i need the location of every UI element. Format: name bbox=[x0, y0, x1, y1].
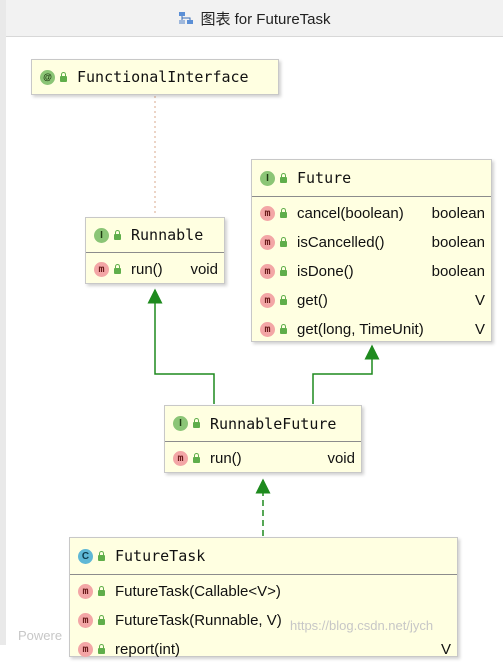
public-visibility-icon bbox=[97, 550, 106, 561]
member-list: m run() void bbox=[165, 442, 361, 475]
member-name: isCancelled() bbox=[297, 234, 385, 251]
diagram-icon bbox=[179, 12, 194, 24]
member-type: V bbox=[474, 292, 485, 309]
class-icon: C bbox=[78, 548, 93, 564]
method-icon: m bbox=[260, 264, 275, 279]
public-visibility-icon bbox=[192, 418, 201, 428]
method-icon: m bbox=[94, 262, 109, 277]
public-visibility-icon bbox=[279, 266, 288, 276]
member-type: void bbox=[327, 450, 355, 467]
node-header: I Runnable bbox=[86, 218, 224, 253]
member-type: V bbox=[440, 641, 451, 658]
interface-icon: I bbox=[173, 416, 188, 431]
public-visibility-icon bbox=[59, 71, 68, 82]
member-row[interactable]: m run() void bbox=[165, 444, 361, 473]
member-name: report(int) bbox=[115, 641, 181, 658]
member-list: m run() void bbox=[86, 253, 224, 286]
member-name: isDone() bbox=[297, 263, 354, 280]
method-icon: m bbox=[78, 584, 93, 599]
member-name: get() bbox=[297, 292, 328, 309]
public-visibility-icon bbox=[279, 324, 288, 334]
member-row[interactable]: m FutureTask(Callable<V>) bbox=[70, 577, 457, 606]
public-visibility-icon bbox=[97, 586, 106, 596]
window-title-bar: 图表 for FutureTask bbox=[6, 0, 503, 37]
public-visibility-icon bbox=[97, 615, 106, 625]
node-header: I Future bbox=[252, 160, 491, 197]
node-header: @ FunctionalInterface bbox=[32, 60, 278, 94]
public-visibility-icon bbox=[113, 264, 122, 274]
member-type: boolean bbox=[431, 205, 485, 222]
public-visibility-icon bbox=[192, 453, 201, 463]
public-visibility-icon bbox=[279, 208, 288, 218]
node-title: Future bbox=[297, 169, 352, 187]
public-visibility-icon bbox=[279, 172, 288, 183]
method-icon: m bbox=[260, 206, 275, 221]
member-name: FutureTask(Callable<V>) bbox=[115, 583, 281, 600]
node-runnable[interactable]: I Runnable m run() void bbox=[85, 217, 225, 284]
node-title: FutureTask bbox=[115, 547, 206, 565]
member-list: m cancel(boolean) boolean m isCancelled(… bbox=[252, 197, 491, 346]
member-name: run() bbox=[210, 450, 242, 467]
member-name: get(long, TimeUnit) bbox=[297, 321, 424, 338]
member-row[interactable]: m report(int) V bbox=[70, 635, 457, 664]
member-row[interactable]: m get() V bbox=[252, 286, 491, 315]
node-future[interactable]: I Future m cancel(boolean) boolean m isC… bbox=[251, 159, 492, 342]
member-row[interactable]: m run() void bbox=[86, 255, 224, 284]
annotation-icon: @ bbox=[40, 69, 55, 85]
member-type: boolean bbox=[431, 263, 485, 280]
member-type: V bbox=[474, 321, 485, 338]
node-header: C FutureTask bbox=[70, 538, 457, 575]
window-title: 图表 for FutureTask bbox=[200, 10, 331, 28]
member-row[interactable]: m isDone() boolean bbox=[252, 257, 491, 286]
method-icon: m bbox=[173, 451, 188, 466]
node-title: RunnableFuture bbox=[210, 414, 337, 433]
watermark-right: https://blog.csdn.net/jych bbox=[290, 618, 434, 633]
member-row[interactable]: m cancel(boolean) boolean bbox=[252, 199, 491, 228]
node-future-task[interactable]: C FutureTask m FutureTask(Callable<V>) m… bbox=[69, 537, 458, 658]
node-functional-interface[interactable]: @ FunctionalInterface bbox=[31, 59, 279, 95]
node-title: FunctionalInterface bbox=[77, 68, 249, 86]
node-runnable-future[interactable]: I RunnableFuture m run() void bbox=[164, 405, 362, 473]
member-name: run() bbox=[131, 261, 163, 278]
public-visibility-icon bbox=[279, 237, 288, 247]
method-icon: m bbox=[78, 613, 93, 628]
member-type: boolean bbox=[431, 234, 485, 251]
method-icon: m bbox=[260, 293, 275, 308]
interface-icon: I bbox=[94, 227, 109, 243]
node-header: I RunnableFuture bbox=[165, 406, 361, 442]
public-visibility-icon bbox=[279, 295, 288, 305]
method-icon: m bbox=[78, 642, 93, 657]
watermark-left: Powere bbox=[18, 628, 63, 643]
public-visibility-icon bbox=[113, 229, 122, 240]
member-row[interactable]: m isCancelled() boolean bbox=[252, 228, 491, 257]
interface-icon: I bbox=[260, 170, 275, 186]
method-icon: m bbox=[260, 322, 275, 337]
public-visibility-icon bbox=[97, 644, 106, 654]
node-title: Runnable bbox=[131, 226, 204, 244]
method-icon: m bbox=[260, 235, 275, 250]
member-type: void bbox=[190, 261, 218, 278]
member-row[interactable]: m get(long, TimeUnit) V bbox=[252, 315, 491, 344]
member-name: cancel(boolean) bbox=[297, 205, 404, 222]
